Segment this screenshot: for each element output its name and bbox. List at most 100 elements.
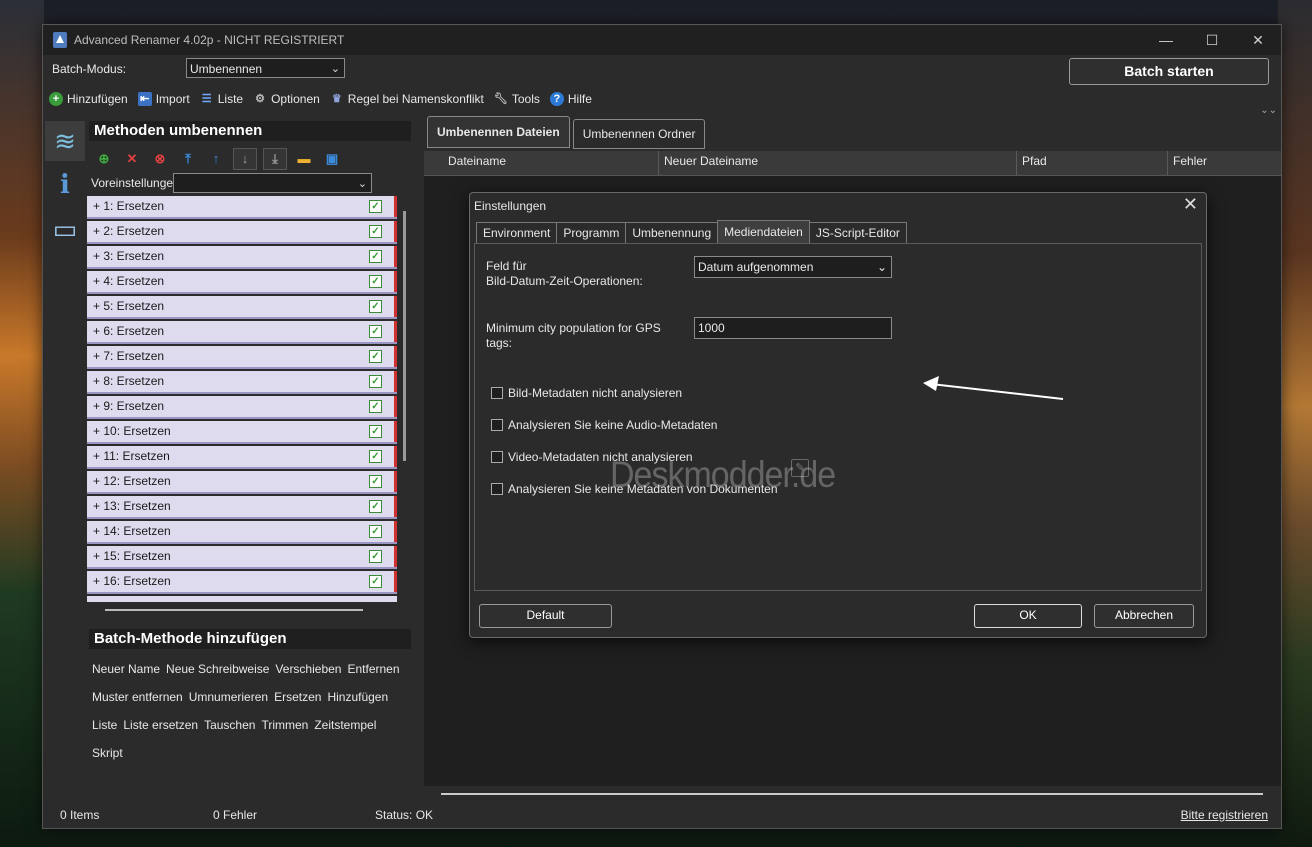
close-window-button[interactable]: ✕ xyxy=(1235,25,1281,55)
add-button[interactable]: + Hinzufügen xyxy=(49,92,128,106)
tab-renaming[interactable]: Umbenennung xyxy=(625,222,719,243)
delete-method-icon[interactable]: ✕ xyxy=(121,149,143,169)
column-error[interactable]: Fehler xyxy=(1167,151,1207,175)
enabled-checkbox[interactable]: ✓ xyxy=(369,300,382,313)
enabled-checkbox[interactable]: ✓ xyxy=(369,525,382,538)
datetime-field-select[interactable]: Datum aufgenommen ⌄ xyxy=(694,256,892,278)
method-item[interactable]: + 6: Ersetzen ✓ xyxy=(87,321,397,344)
enabled-checkbox[interactable]: ✓ xyxy=(369,350,382,363)
move-bottom-icon[interactable]: ⤓ xyxy=(263,148,287,170)
method-item[interactable]: + 16: Ersetzen ✓ xyxy=(87,571,397,594)
list-button[interactable]: ☰ Liste xyxy=(200,92,243,106)
method-link[interactable]: Trimmen xyxy=(261,718,308,732)
options-button[interactable]: ⚙ Optionen xyxy=(253,92,320,106)
method-link[interactable]: Neue Schreibweise xyxy=(166,662,269,676)
method-item[interactable]: + 2: Ersetzen ✓ xyxy=(87,221,397,244)
method-list-scrollbar[interactable] xyxy=(403,211,406,461)
presets-select[interactable]: ⌄ xyxy=(173,173,372,193)
enabled-checkbox[interactable]: ✓ xyxy=(369,200,382,213)
option-skip-image-metadata[interactable]: Bild-Metadaten nicht analysieren xyxy=(491,386,682,400)
enabled-checkbox[interactable]: ✓ xyxy=(369,250,382,263)
method-link[interactable]: Umnumerieren xyxy=(189,690,268,704)
help-button[interactable]: ? Hilfe xyxy=(549,92,592,106)
move-top-icon[interactable]: ⤒ xyxy=(177,149,199,169)
move-up-icon[interactable]: ↑ xyxy=(205,149,227,169)
method-item[interactable]: + 11: Ersetzen ✓ xyxy=(87,446,397,469)
gps-population-input[interactable]: 1000 xyxy=(694,317,892,339)
method-link[interactable]: Tauschen xyxy=(204,718,255,732)
tab-media-files[interactable]: Mediendateien xyxy=(717,220,810,243)
method-item[interactable]: + 4: Ersetzen ✓ xyxy=(87,271,397,294)
enabled-checkbox[interactable]: ✓ xyxy=(369,375,382,388)
enabled-checkbox[interactable]: ✓ xyxy=(369,500,382,513)
checkbox[interactable] xyxy=(491,483,503,495)
method-item[interactable]: + 9: Ersetzen ✓ xyxy=(87,396,397,419)
method-link[interactable]: Entfernen xyxy=(347,662,399,676)
save-icon[interactable]: ▣ xyxy=(321,149,343,169)
default-button[interactable]: Default xyxy=(479,604,612,628)
close-icon[interactable]: ✕ xyxy=(1183,194,1198,215)
checkbox[interactable] xyxy=(491,451,503,463)
open-folder-icon[interactable]: ▬ xyxy=(293,149,315,169)
column-new-filename[interactable]: Neuer Dateiname xyxy=(658,151,758,175)
move-down-icon[interactable]: ↓ xyxy=(233,148,257,170)
method-link[interactable]: Zeitstempel xyxy=(314,718,376,732)
method-link[interactable]: Ersetzen xyxy=(274,690,321,704)
method-link[interactable]: Skript xyxy=(92,746,123,760)
method-item[interactable]: + 8: Ersetzen ✓ xyxy=(87,371,397,394)
clear-methods-icon[interactable]: ⊗ xyxy=(149,149,171,169)
add-method-icon[interactable]: ⊕ xyxy=(93,149,115,169)
enabled-checkbox[interactable]: ✓ xyxy=(369,550,382,563)
method-item[interactable]: + 14: Ersetzen ✓ xyxy=(87,521,397,544)
enabled-checkbox[interactable]: ✓ xyxy=(369,275,382,288)
method-link[interactable]: Liste xyxy=(92,718,117,732)
checkbox[interactable] xyxy=(491,387,503,399)
method-item[interactable]: + 15: Ersetzen ✓ xyxy=(87,546,397,569)
enabled-checkbox[interactable]: ✓ xyxy=(369,425,382,438)
enabled-checkbox[interactable]: ✓ xyxy=(369,325,382,338)
register-link[interactable]: Bitte registrieren xyxy=(1181,808,1268,822)
tab-rename-files[interactable]: Umbenennen Dateien xyxy=(427,116,570,148)
folder-icon[interactable]: ▭ xyxy=(45,209,85,249)
method-link[interactable]: Liste ersetzen xyxy=(123,718,198,732)
enabled-checkbox[interactable]: ✓ xyxy=(369,575,382,588)
method-link[interactable]: Neuer Name xyxy=(92,662,160,676)
tab-environment[interactable]: Environment xyxy=(476,222,558,243)
batch-start-button[interactable]: Batch starten xyxy=(1069,58,1269,85)
method-item[interactable]: + 3: Ersetzen ✓ xyxy=(87,246,397,269)
method-item[interactable]: + 13: Ersetzen ✓ xyxy=(87,496,397,519)
wrench-icon: 🔧︎ xyxy=(493,93,508,105)
layers-icon[interactable]: ≋ xyxy=(45,121,85,161)
minimize-button[interactable]: — xyxy=(1143,25,1189,55)
column-path[interactable]: Pfad xyxy=(1016,151,1047,175)
method-item[interactable]: + 12: Ersetzen ✓ xyxy=(87,471,397,494)
method-item[interactable]: + 10: Ersetzen ✓ xyxy=(87,421,397,444)
method-list-hscrollbar[interactable] xyxy=(105,609,363,611)
tab-rename-folders[interactable]: Umbenennen Ordner xyxy=(572,119,706,149)
enabled-checkbox[interactable]: ✓ xyxy=(369,225,382,238)
expand-chevron-icon[interactable]: ⌄⌄ xyxy=(1260,105,1277,116)
conflict-rule-button[interactable]: ♛ Regel bei Namenskonflikt xyxy=(330,92,484,106)
method-item[interactable]: + 7: Ersetzen ✓ xyxy=(87,346,397,369)
option-skip-audio-metadata[interactable]: Analysieren Sie keine Audio-Metadaten xyxy=(491,418,717,432)
tools-button[interactable]: 🔧︎ Tools xyxy=(494,92,540,106)
file-grid-hscrollbar[interactable] xyxy=(441,793,1263,795)
cancel-button[interactable]: Abbrechen xyxy=(1094,604,1194,628)
info-icon[interactable]: i xyxy=(45,165,85,205)
method-link[interactable]: Hinzufügen xyxy=(327,690,388,704)
tab-js-script-editor[interactable]: JS-Script-Editor xyxy=(808,222,907,243)
method-link[interactable]: Verschieben xyxy=(275,662,341,676)
column-filename[interactable]: Dateiname xyxy=(443,151,506,175)
tab-program[interactable]: Programm xyxy=(556,222,627,243)
batch-mode-select[interactable]: Umbenennen ⌄ xyxy=(186,58,345,78)
enabled-checkbox[interactable]: ✓ xyxy=(369,450,382,463)
method-item[interactable]: + 1: Ersetzen ✓ xyxy=(87,196,397,219)
enabled-checkbox[interactable]: ✓ xyxy=(369,475,382,488)
checkbox[interactable] xyxy=(491,419,503,431)
import-button[interactable]: ⇤ Import xyxy=(137,92,190,106)
maximize-button[interactable]: ☐ xyxy=(1189,25,1235,55)
method-item[interactable]: + 5: Ersetzen ✓ xyxy=(87,296,397,319)
method-link[interactable]: Muster entfernen xyxy=(92,690,183,704)
enabled-checkbox[interactable]: ✓ xyxy=(369,400,382,413)
ok-button[interactable]: OK xyxy=(974,604,1082,628)
